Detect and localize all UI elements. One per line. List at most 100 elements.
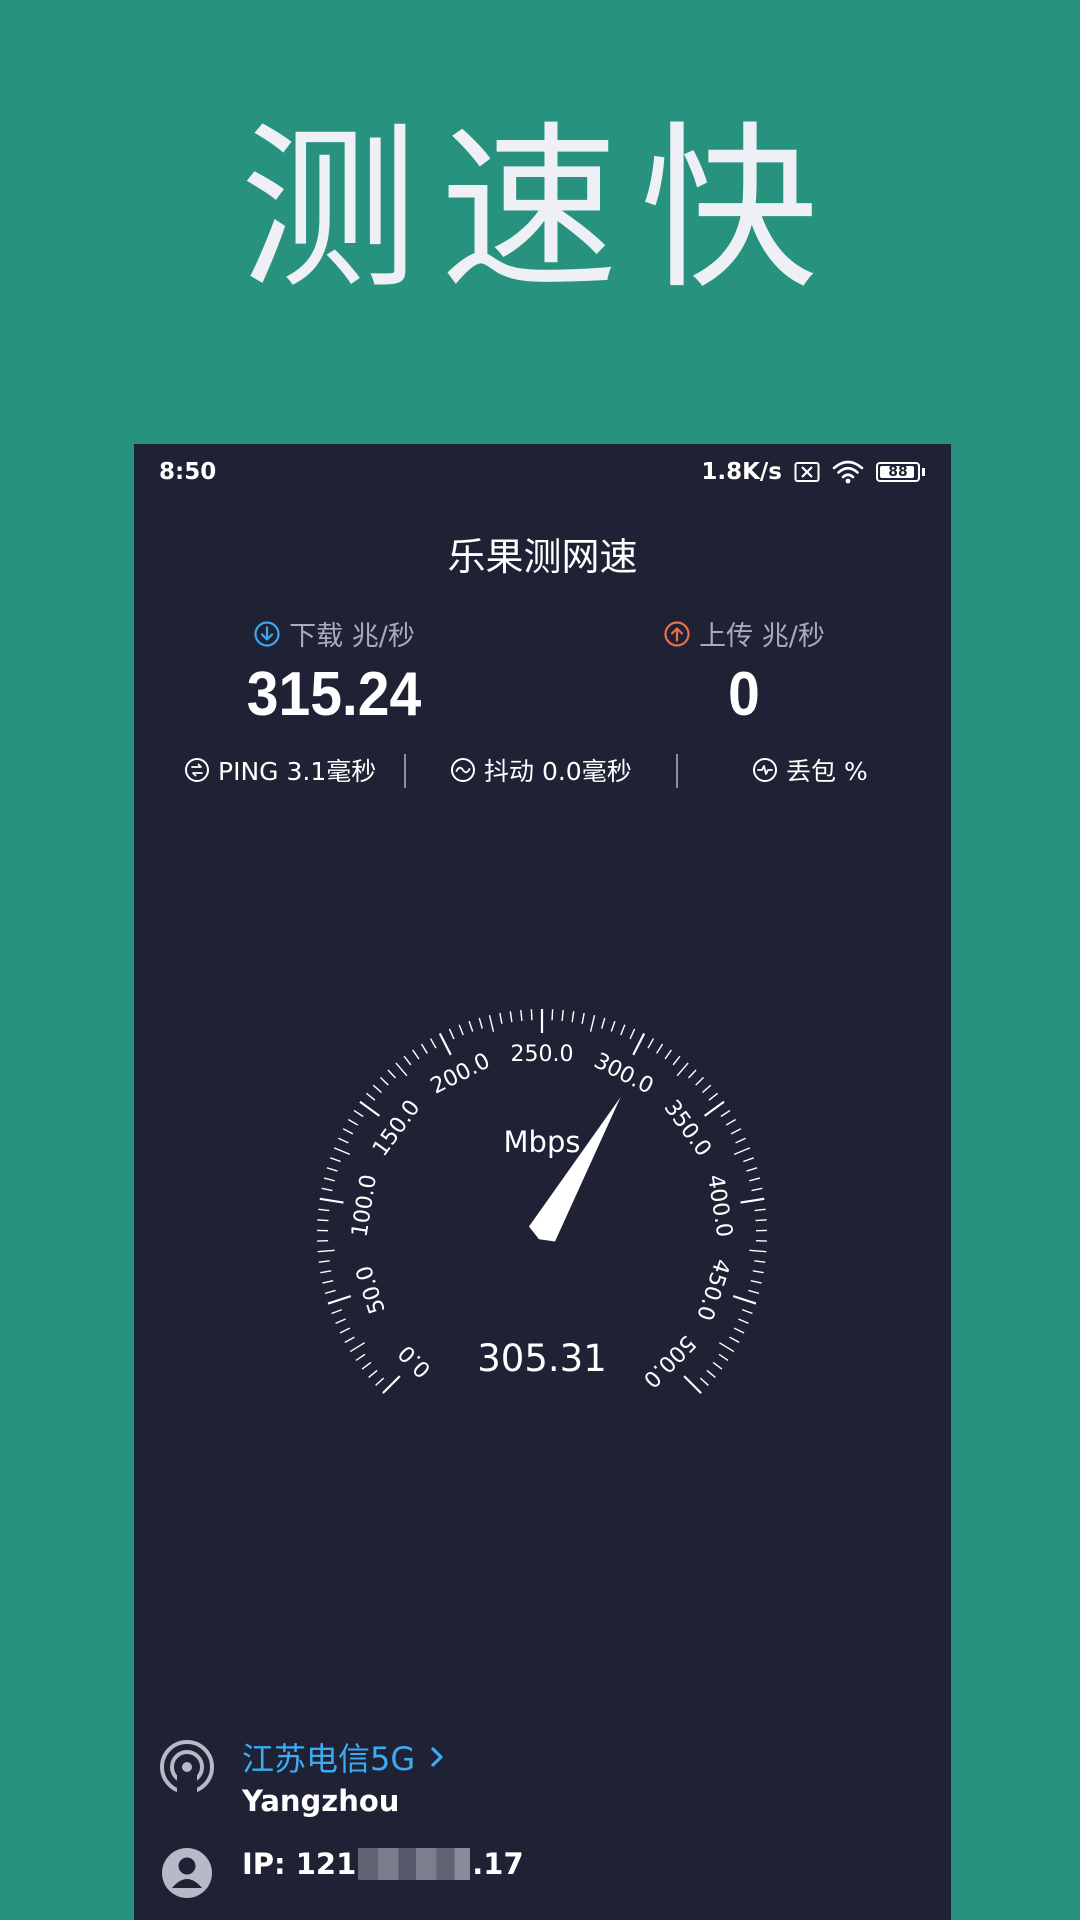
upload-label: 上传 兆/秒 bbox=[699, 621, 825, 652]
user-icon bbox=[162, 1848, 212, 1898]
gauge-minor-tick bbox=[326, 1167, 338, 1172]
gauge-tick-label: 250.0 bbox=[511, 1042, 574, 1067]
gauge-tick-label: 0.0 bbox=[394, 1340, 436, 1382]
gauge-minor-tick bbox=[712, 1361, 723, 1370]
gauge-tick-label: 450.0 bbox=[691, 1256, 734, 1324]
gauge-minor-tick bbox=[387, 1069, 397, 1079]
gauge-major-tick bbox=[683, 1375, 702, 1394]
gauge-minor-tick bbox=[748, 1289, 760, 1295]
gauge-minor-tick bbox=[339, 1327, 351, 1334]
gauge-minor-tick bbox=[733, 1327, 745, 1334]
gauge-minor-tick bbox=[751, 1187, 763, 1192]
gauge-minor-tick bbox=[344, 1336, 355, 1344]
gauge-minor-tick bbox=[320, 1270, 332, 1274]
gauge-minor-tick bbox=[754, 1260, 766, 1263]
gauge-major-tick bbox=[327, 1295, 352, 1305]
gauge-minor-tick bbox=[317, 1219, 329, 1222]
gauge-minor-tick bbox=[323, 1177, 335, 1182]
gauge-minor-tick bbox=[458, 1024, 464, 1036]
network-info: 江苏电信5G Yangzhou IP: 121 .17 bbox=[134, 1734, 951, 1920]
ping-icon bbox=[185, 758, 209, 782]
gauge-minor-tick bbox=[530, 1009, 533, 1021]
packet-loss-icon bbox=[753, 758, 777, 782]
gauge-minor-tick bbox=[750, 1279, 762, 1284]
gauge-tick-label: 400.0 bbox=[702, 1173, 737, 1239]
gauge-tick-label: 200.0 bbox=[427, 1049, 494, 1100]
upload-arrow-icon bbox=[664, 620, 690, 647]
gauge-minor-tick bbox=[754, 1208, 766, 1212]
gauge-minor-tick bbox=[331, 1308, 343, 1315]
gauge-minor-tick bbox=[412, 1049, 420, 1060]
gauge-needle bbox=[528, 1096, 621, 1242]
gauge-minor-tick bbox=[379, 1076, 389, 1086]
gauge-minor-tick bbox=[729, 1336, 740, 1344]
ip-redaction bbox=[358, 1848, 471, 1880]
gauge-minor-tick bbox=[647, 1038, 655, 1049]
jitter-icon bbox=[451, 758, 475, 782]
gauge-minor-tick bbox=[429, 1038, 437, 1049]
gauge-minor-tick bbox=[733, 1147, 751, 1156]
gauge-minor-tick bbox=[372, 1084, 382, 1094]
gauge-minor-tick bbox=[420, 1043, 428, 1054]
promo-title: 测速快 bbox=[240, 106, 840, 313]
gauge-minor-tick bbox=[672, 1055, 681, 1066]
speed-gauge: 0.050.0 100.0 150.0200.0 250.0 300.0350.0 400… bbox=[317, 1009, 767, 1394]
gauge-minor-tick bbox=[342, 1128, 354, 1135]
carrier-name[interactable]: 江苏电信5G bbox=[242, 1734, 415, 1780]
ping-text: PING 3.1毫秒 bbox=[218, 757, 377, 786]
gauge-minor-tick bbox=[676, 1062, 689, 1077]
gauge-minor-tick bbox=[730, 1128, 742, 1135]
gauge-minor-tick bbox=[324, 1289, 336, 1295]
ip-prefix: IP: 121 bbox=[242, 1847, 357, 1881]
gauge-minor-tick bbox=[620, 1024, 626, 1036]
gauge-minor-tick bbox=[448, 1028, 455, 1040]
gauge-major-tick bbox=[319, 1197, 344, 1204]
gauge-minor-tick bbox=[581, 1012, 585, 1024]
gauge-tick-label: 50.0 bbox=[352, 1262, 391, 1316]
carrier-link[interactable]: 江苏电信5G bbox=[242, 1734, 445, 1780]
gauge-minor-tick bbox=[749, 1177, 761, 1182]
packet-loss-text: 丢包 % bbox=[786, 757, 868, 786]
gauge-minor-tick bbox=[509, 1011, 513, 1023]
battery-icon: 88 bbox=[876, 462, 920, 482]
gauge-minor-tick bbox=[752, 1270, 764, 1274]
gauge-minor-tick bbox=[353, 1109, 364, 1118]
gauge-minor-tick bbox=[403, 1055, 412, 1066]
download-value: 315.24 bbox=[246, 660, 422, 729]
gauge-minor-tick bbox=[738, 1318, 749, 1325]
download-arrow-icon bbox=[254, 620, 280, 647]
app-title: 乐果测网速 bbox=[447, 535, 638, 579]
divider bbox=[676, 754, 678, 788]
gauge-minor-tick bbox=[468, 1020, 474, 1032]
wifi-icon bbox=[832, 460, 864, 484]
gauge-minor-tick bbox=[702, 1084, 712, 1094]
status-time: 8:50 bbox=[159, 459, 217, 485]
chevron-right-icon[interactable] bbox=[429, 1745, 445, 1769]
gauge-minor-tick bbox=[561, 1009, 564, 1022]
gauge-minor-tick bbox=[330, 1157, 341, 1163]
gauge-minor-tick bbox=[318, 1260, 330, 1263]
gauge-tick-label: 350.0 bbox=[659, 1096, 716, 1162]
gauge-major-tick bbox=[732, 1295, 757, 1305]
download-label-row: 下载 兆/秒 bbox=[184, 614, 484, 653]
gauge-minor-tick bbox=[499, 1012, 503, 1024]
gauge-minor-tick bbox=[349, 1342, 366, 1353]
upload-metric: 上传 兆/秒 0 bbox=[594, 614, 894, 730]
divider bbox=[404, 754, 406, 788]
gauge-minor-tick bbox=[718, 1342, 735, 1353]
gauge-minor-tick bbox=[478, 1017, 483, 1029]
gauge-minor-tick bbox=[720, 1109, 731, 1118]
gauge-minor-tick bbox=[687, 1069, 697, 1079]
gauge-major-tick bbox=[632, 1033, 646, 1056]
gauge-reading: 305.31 bbox=[477, 1337, 606, 1380]
gauge-minor-tick bbox=[746, 1167, 758, 1172]
gauge-unit: Mbps bbox=[504, 1125, 581, 1159]
gauge-minor-tick bbox=[664, 1049, 672, 1060]
gauge-minor-tick bbox=[355, 1353, 366, 1362]
gauge-minor-tick bbox=[706, 1369, 716, 1378]
gauge-minor-tick bbox=[601, 1017, 606, 1029]
gauge-major-tick bbox=[438, 1033, 452, 1056]
ip-suffix: .17 bbox=[472, 1847, 524, 1881]
gauge-minor-tick bbox=[695, 1076, 705, 1086]
gauge-minor-tick bbox=[743, 1157, 754, 1163]
